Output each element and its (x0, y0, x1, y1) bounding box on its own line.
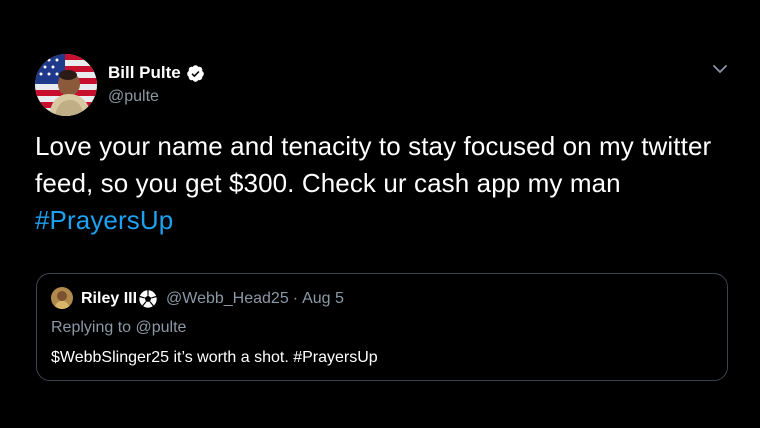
quoted-author-name[interactable]: Riley III (81, 290, 137, 308)
author-handle[interactable]: @pulte (108, 87, 159, 107)
tweet-text: Love your name and tenacity to stay focu… (35, 128, 715, 239)
avatar-image (35, 54, 97, 116)
quoted-tweet-card[interactable]: Riley III @Webb_Head25 · Aug 5 Replying … (36, 273, 728, 381)
avatar-image (51, 287, 73, 309)
hashtag-link[interactable]: #PrayersUp (35, 205, 173, 235)
replying-to-handle[interactable]: @pulte (136, 319, 187, 336)
tweet-text-body: Love your name and tenacity to stay focu… (35, 131, 712, 198)
replying-to-line: Replying to @pulte (51, 318, 186, 338)
quoted-author-handle[interactable]: @Webb_Head25 (166, 290, 289, 308)
verified-badge-icon (186, 64, 204, 82)
soccer-ball-icon (138, 289, 158, 309)
author-name-row[interactable]: Bill Pulte (108, 63, 205, 83)
quoted-author-avatar[interactable] (51, 287, 73, 309)
tweet: Bill Pulte @pulte Love your name and ten… (0, 0, 760, 428)
replying-to-label: Replying to (51, 319, 136, 336)
meta-separator: · (292, 290, 299, 307)
chevron-down-icon[interactable] (711, 62, 729, 76)
quoted-tweet-text: $WebbSlinger25 it’s worth a shot. #Praye… (51, 349, 378, 366)
author-name[interactable]: Bill Pulte (108, 63, 181, 83)
quoted-date[interactable]: Aug 5 (302, 290, 344, 308)
author-avatar[interactable] (35, 54, 97, 116)
quoted-header: Riley III @Webb_Head25 · Aug 5 (81, 288, 344, 310)
